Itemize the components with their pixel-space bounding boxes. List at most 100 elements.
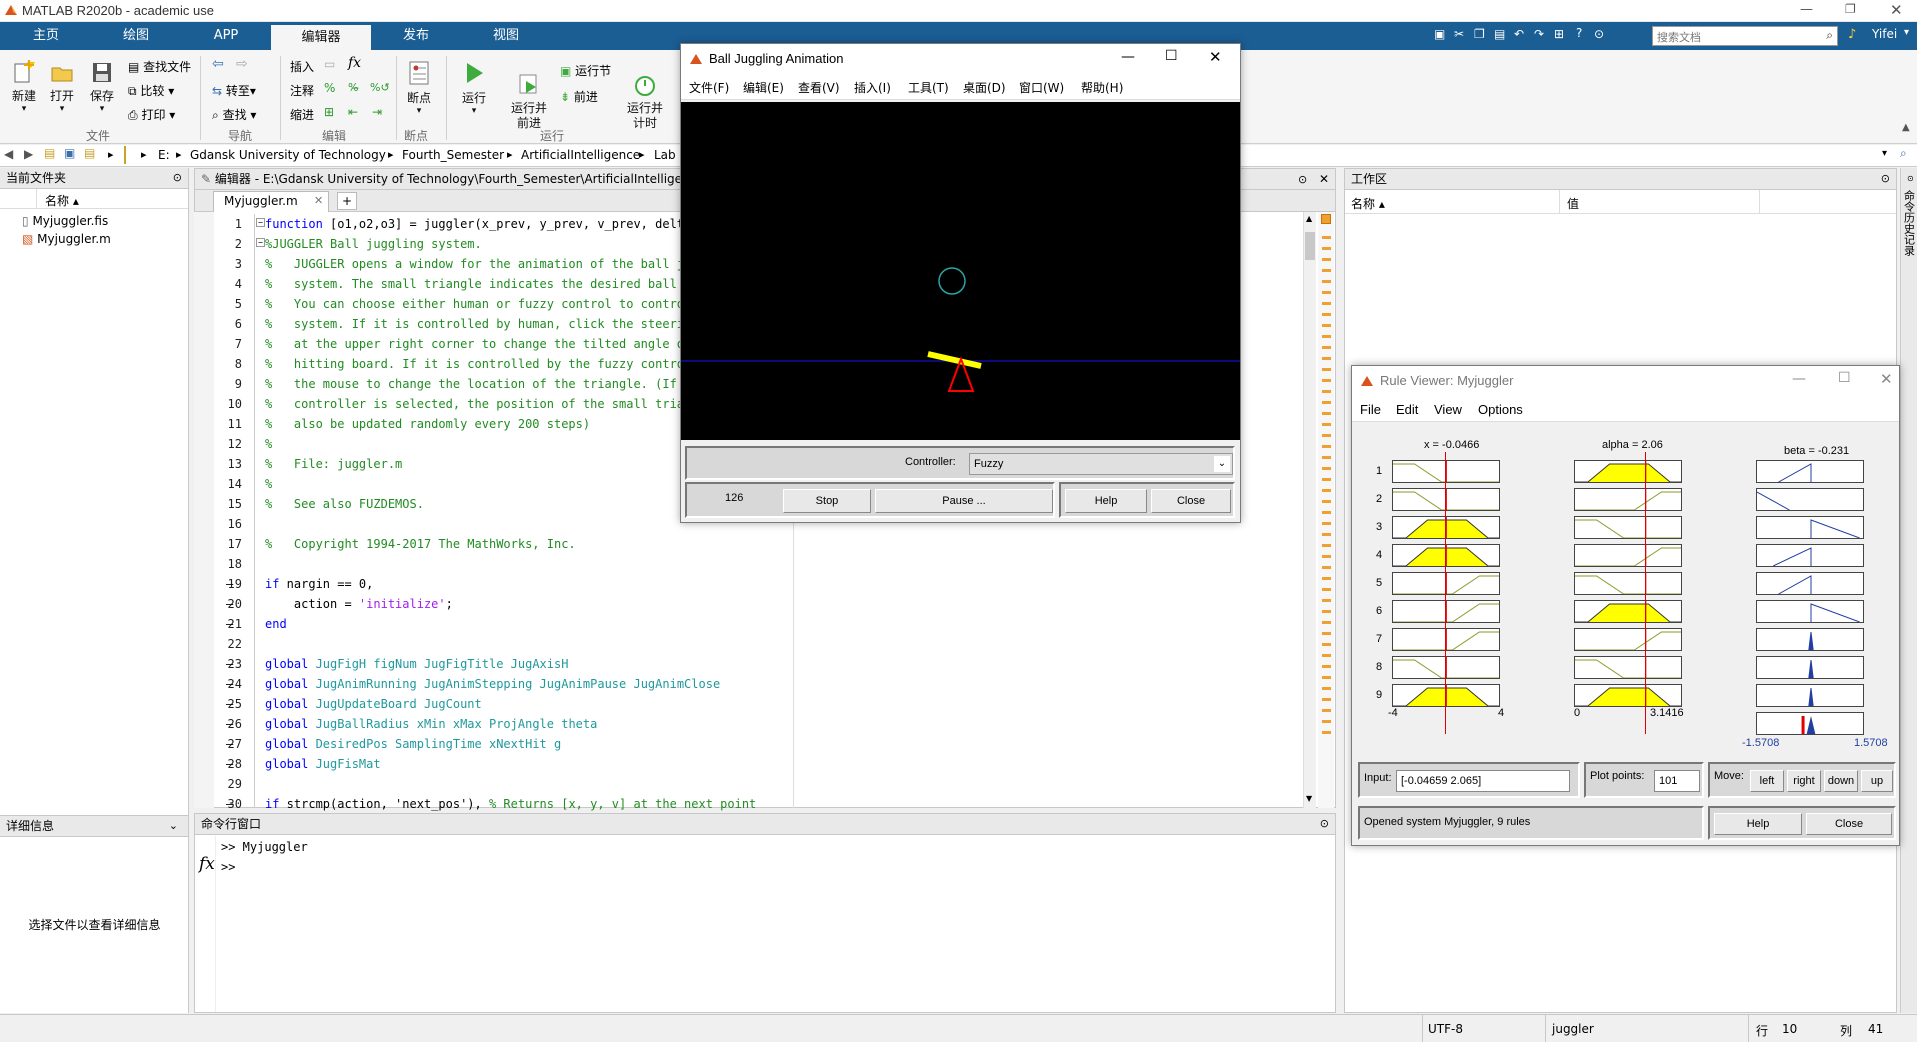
menu-view[interactable]: 查看(V) — [798, 79, 840, 96]
warning-mark[interactable] — [1322, 335, 1331, 338]
code-line[interactable]: if strcmp(action, 'next_pos'), % Returns… — [265, 794, 756, 814]
anim-minimize-icon[interactable]: — — [1121, 49, 1135, 65]
warning-mark[interactable] — [1322, 621, 1331, 624]
open-button[interactable]: 打开 ▾ — [44, 60, 80, 114]
code-line[interactable]: % controller is selected, the position o… — [265, 394, 691, 414]
tab-publish[interactable]: 发布 — [376, 22, 456, 50]
column-value[interactable]: 值 — [1567, 195, 1579, 212]
warning-mark[interactable] — [1322, 500, 1331, 503]
line-number[interactable]: 16 — [214, 514, 242, 534]
print-button[interactable]: ⎙ 打印 ▾ — [128, 106, 175, 123]
address-dropdown-icon[interactable]: ▾ — [1882, 148, 1887, 159]
menu-file[interactable]: 文件(F) — [689, 79, 729, 96]
line-number[interactable]: 12 — [214, 434, 242, 454]
code-line[interactable]: action = 'initialize'; — [265, 594, 453, 614]
warning-mark[interactable] — [1322, 269, 1331, 272]
menu-desktop[interactable]: 桌面(D) — [963, 79, 1006, 96]
rule-number[interactable]: 2 — [1376, 493, 1382, 505]
file-item[interactable]: ▯ Myjuggler.fis — [22, 214, 108, 228]
save-button[interactable]: 保存 ▾ — [84, 60, 120, 114]
menu-view[interactable]: View — [1434, 402, 1462, 417]
uncomment-icon[interactable]: %↺ — [370, 81, 390, 94]
breakpoint-dash[interactable]: — — [226, 594, 233, 614]
warning-mark[interactable] — [1322, 456, 1331, 459]
warning-mark[interactable] — [1322, 324, 1331, 327]
rule-mf-beta[interactable] — [1756, 516, 1864, 539]
path-course[interactable]: ArtificialIntelligence — [521, 148, 640, 162]
rule-mf-alpha[interactable] — [1574, 600, 1682, 623]
code-line[interactable]: % You can choose either human or fuzzy c… — [265, 294, 691, 314]
user-menu-chevron-icon[interactable]: ▾ — [1904, 27, 1909, 38]
code-line[interactable]: global JugFigH figNum JugFigTitle JugAxi… — [265, 654, 568, 674]
scroll-up-icon[interactable]: ▲ — [1306, 214, 1312, 223]
line-number[interactable]: 2 — [214, 234, 242, 254]
warning-mark[interactable] — [1322, 533, 1331, 536]
code-line[interactable]: % — [265, 474, 272, 494]
menu-help[interactable]: 帮助(H) — [1081, 79, 1123, 96]
warning-mark[interactable] — [1322, 544, 1331, 547]
run-dropdown-icon[interactable]: ▾ — [456, 106, 492, 116]
warning-mark[interactable] — [1322, 280, 1331, 283]
run-button[interactable]: 运行 ▾ — [456, 60, 492, 116]
warning-mark[interactable] — [1322, 555, 1331, 558]
tab-close-icon[interactable]: ✕ — [314, 194, 323, 207]
line-number[interactable]: 5 — [214, 294, 242, 314]
collapse-ribbon-icon[interactable]: ▲ — [1902, 122, 1910, 133]
stop-button[interactable]: Stop — [783, 489, 871, 513]
line-number[interactable]: 22 — [214, 634, 242, 654]
insert-button[interactable]: 插入 — [290, 58, 314, 75]
rule-number[interactable]: 8 — [1376, 661, 1382, 673]
indent-button[interactable]: 缩进 — [290, 106, 314, 123]
line-number[interactable]: 11 — [214, 414, 242, 434]
close-icon[interactable]: ✕ — [1890, 1, 1903, 19]
line-number[interactable]: 7 — [214, 334, 242, 354]
goto-button[interactable]: ⇆ 转至▾ — [212, 82, 256, 99]
tab-home[interactable]: 主页 — [6, 22, 86, 50]
warning-mark[interactable] — [1322, 665, 1331, 668]
rule-number[interactable]: 9 — [1376, 689, 1382, 701]
breakpoint-dash[interactable]: — — [226, 654, 233, 674]
warning-mark[interactable] — [1322, 258, 1331, 261]
rule-mf-beta[interactable] — [1756, 460, 1864, 483]
warning-mark[interactable] — [1322, 632, 1331, 635]
forward-icon[interactable]: ▶ — [24, 147, 33, 161]
path-drive[interactable]: E: — [158, 148, 170, 162]
code-line[interactable]: % JUGGLER opens a window for the animati… — [265, 254, 691, 274]
compare-button[interactable]: ⧉ 比较 ▾ — [128, 82, 174, 99]
rule-mf-beta[interactable] — [1756, 628, 1864, 651]
column-name[interactable]: 名称 ▴ — [45, 192, 79, 209]
command-menu-icon[interactable]: ⊙ — [1320, 814, 1329, 834]
new-dropdown-icon[interactable]: ▾ — [6, 104, 42, 114]
rule-number[interactable]: 7 — [1376, 633, 1382, 645]
scrollbar-thumb[interactable] — [1305, 232, 1315, 260]
rule-number[interactable]: 5 — [1376, 577, 1382, 589]
decrease-indent-icon[interactable]: ⇤ — [348, 105, 358, 119]
details-chevron-down-icon[interactable]: ⌄ — [169, 816, 178, 836]
insert-section-icon[interactable]: ▭ — [324, 57, 335, 71]
editor-menu-icon[interactable]: ⊙ — [1298, 173, 1307, 186]
run-and-time-button[interactable]: 运行并 计时 — [622, 58, 668, 146]
line-number[interactable]: 15 — [214, 494, 242, 514]
menu-options[interactable]: Options — [1478, 402, 1523, 417]
save-icon[interactable]: ▣ — [1434, 27, 1445, 41]
redo-icon[interactable]: ↷ — [1534, 27, 1544, 41]
breakpoint-dash[interactable]: — — [226, 754, 233, 774]
line-number[interactable]: 6 — [214, 314, 242, 334]
rule-close-button[interactable]: Close — [1806, 813, 1892, 835]
find-files-button[interactable]: ▤ 查找文件 — [128, 58, 191, 75]
fx-function-icon[interactable]: fx — [199, 854, 215, 874]
help-button[interactable]: Help — [1065, 489, 1147, 513]
rule-number[interactable]: 3 — [1376, 521, 1382, 533]
new-tab-button[interactable]: + — [337, 192, 357, 210]
warning-mark[interactable] — [1322, 247, 1331, 250]
warning-mark[interactable] — [1322, 577, 1331, 580]
minimize-icon[interactable]: — — [1800, 2, 1813, 17]
warning-mark[interactable] — [1322, 357, 1331, 360]
scroll-down-icon[interactable]: ▼ — [1306, 794, 1312, 803]
editor-vertical-scrollbar[interactable]: ▲ ▼ — [1303, 212, 1316, 808]
open-dropdown-icon[interactable]: ▾ — [44, 104, 80, 114]
menu-insert[interactable]: 插入(I) — [854, 79, 891, 96]
warning-mark[interactable] — [1322, 467, 1331, 470]
warning-mark[interactable] — [1322, 313, 1331, 316]
breakpoints-dropdown-icon[interactable]: ▾ — [402, 106, 436, 116]
